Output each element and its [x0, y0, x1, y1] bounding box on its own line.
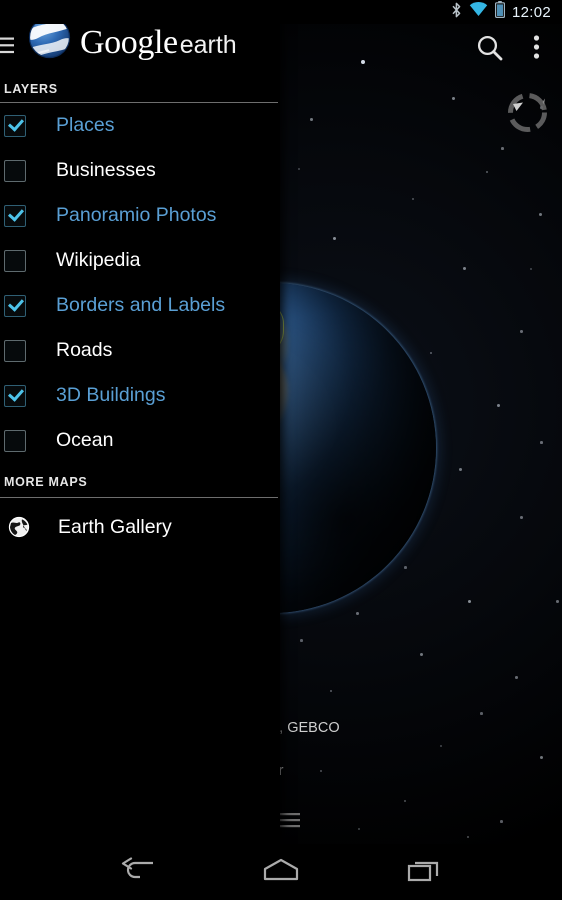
overflow-menu-icon[interactable] [533, 34, 540, 67]
checkbox-3d-buildings[interactable] [4, 384, 26, 407]
wifi-icon [469, 2, 488, 22]
navigation-drawer: Google earth LAYERS Places Businesses Pano… [0, 0, 280, 844]
checkbox-businesses[interactable] [4, 159, 26, 182]
more-maps-header-label: MORE MAPS [4, 475, 88, 489]
layer-row-roads[interactable]: Roads [0, 328, 280, 373]
android-status-bar: 12:02 [0, 0, 562, 24]
checkbox-panoramio-photos[interactable] [4, 204, 26, 227]
layers-section-header: LAYERS [0, 76, 280, 102]
layer-row-3d-buildings[interactable]: 3D Buildings [0, 373, 280, 418]
list-item-earth-gallery[interactable]: Earth Gallery [0, 503, 280, 551]
android-home-button[interactable] [261, 857, 301, 888]
checkbox-ocean[interactable] [4, 429, 26, 452]
layer-row-wikipedia[interactable]: Wikipedia [0, 238, 280, 283]
checkbox-borders-and-labels[interactable] [4, 294, 26, 317]
android-back-button[interactable] [119, 856, 155, 888]
brand-earth-text: earth [179, 31, 237, 59]
status-bar-clock: 12:02 [511, 3, 551, 21]
layer-label: Businesses [56, 159, 156, 181]
layers-list: Places Businesses Panoramio Photos Wikipedi… [0, 103, 280, 463]
battery-icon [494, 1, 505, 23]
layer-row-ocean[interactable]: Ocean [0, 418, 280, 463]
android-navigation-bar [0, 844, 562, 900]
layer-label: Ocean [56, 429, 114, 451]
brand-wordmark: Google earth [80, 26, 237, 60]
layer-label: 3D Buildings [56, 384, 166, 406]
earth-gallery-label: Earth Gallery [58, 515, 172, 538]
layer-row-businesses[interactable]: Businesses [0, 148, 280, 193]
layer-label: Wikipedia [56, 249, 141, 271]
bluetooth-icon [451, 2, 462, 23]
layer-row-panoramio-photos[interactable]: Panoramio Photos [0, 193, 280, 238]
more-maps-divider [0, 497, 278, 498]
checkbox-places[interactable] [4, 114, 26, 137]
checkbox-roads[interactable] [4, 339, 26, 362]
compass-navigation-control[interactable] [499, 84, 556, 141]
more-maps-section-header: MORE MAPS [0, 467, 280, 497]
hamburger-menu-icon[interactable] [0, 37, 14, 59]
layer-label: Borders and Labels [56, 294, 226, 316]
layers-header-label: LAYERS [4, 82, 58, 96]
checkbox-wikipedia[interactable] [4, 249, 26, 272]
globe-icon [8, 516, 30, 538]
search-icon[interactable] [475, 33, 505, 68]
layer-row-borders-and-labels[interactable]: Borders and Labels [0, 283, 280, 328]
layer-label: Panoramio Photos [56, 204, 217, 226]
brand-google-text: Google [80, 24, 178, 61]
layer-label: Places [56, 114, 115, 136]
attribution-hamburger-icon[interactable] [278, 812, 300, 835]
layer-row-places[interactable]: Places [0, 103, 280, 148]
android-recents-button[interactable] [407, 857, 443, 888]
app-action-bar [280, 24, 562, 76]
layer-label: Roads [56, 339, 113, 361]
